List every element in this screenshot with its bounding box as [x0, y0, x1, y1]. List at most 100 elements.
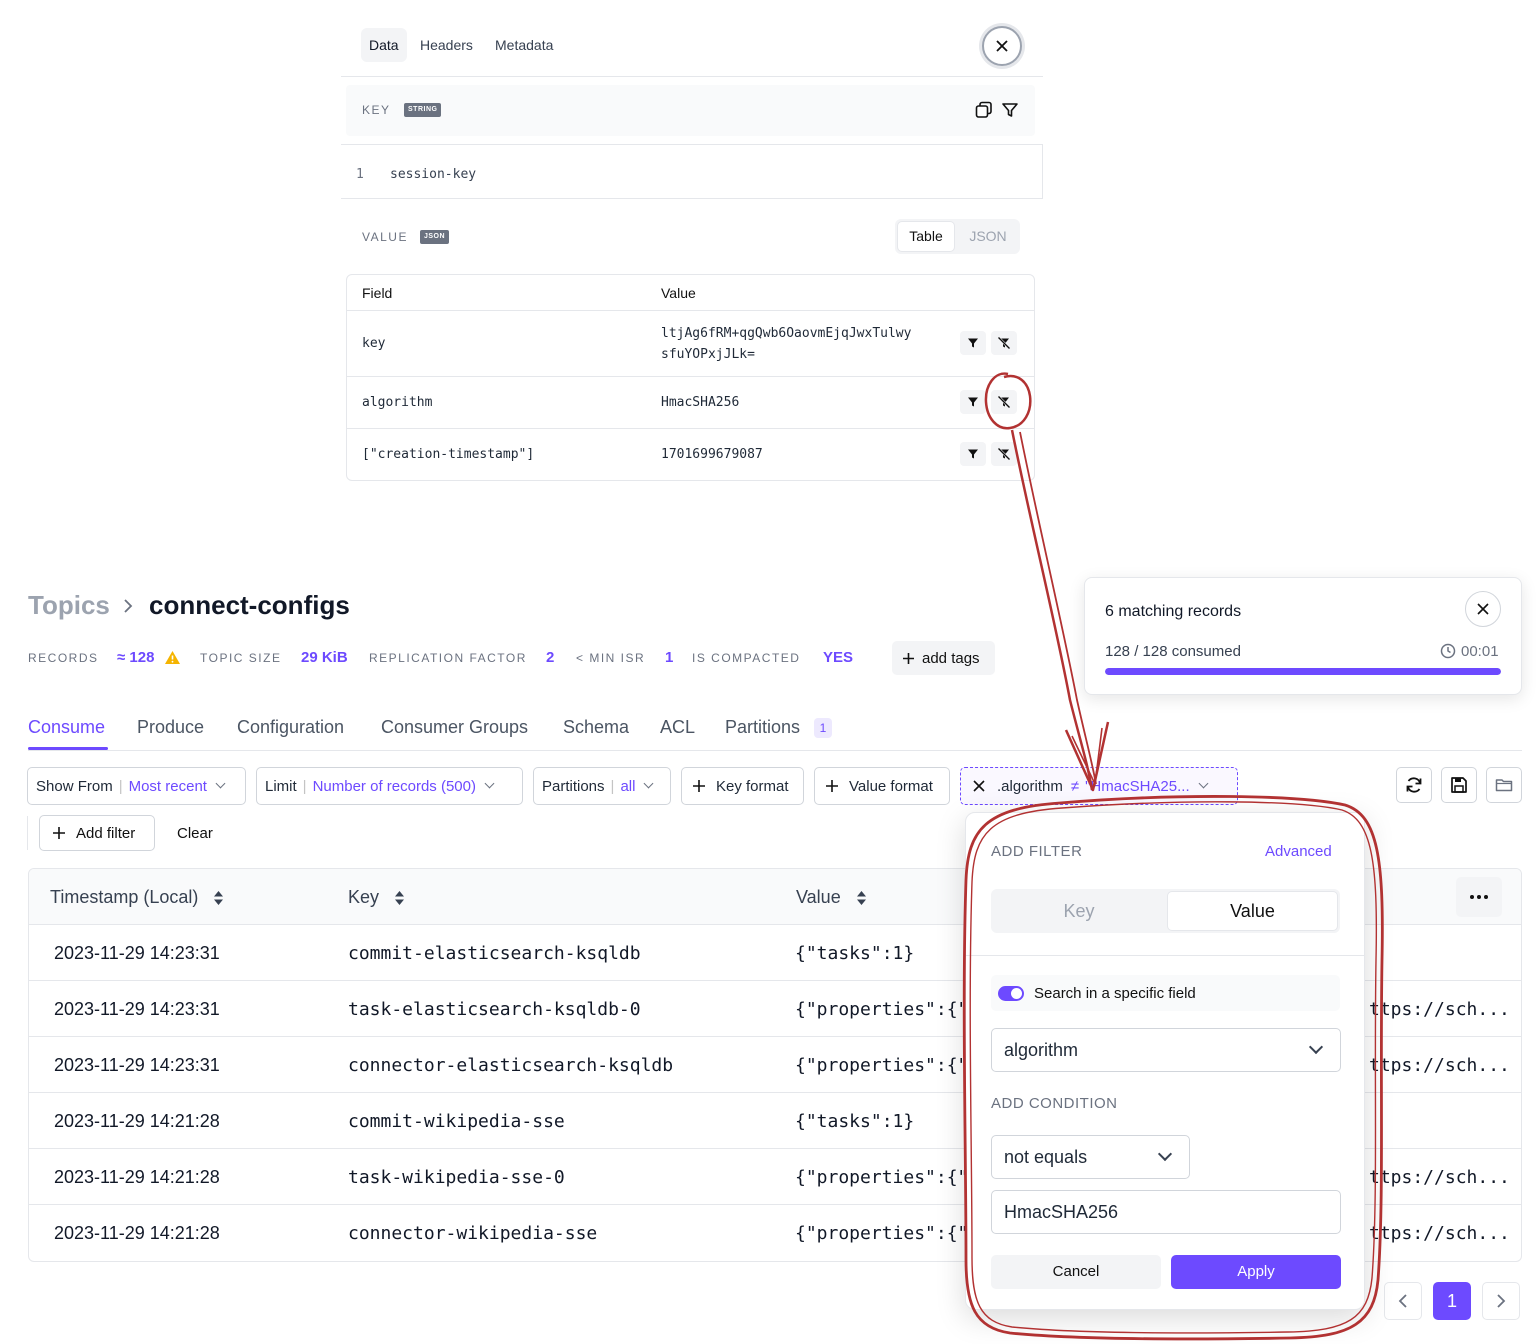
close-popover-button[interactable]	[1465, 591, 1501, 627]
view-json-button[interactable]: JSON	[962, 221, 1014, 252]
filter-icon[interactable]	[1001, 101, 1019, 119]
open-folder-button[interactable]	[1486, 767, 1522, 803]
cell-key: commit-wikipedia-sse	[348, 1111, 565, 1132]
field-name: ["creation-timestamp"]	[362, 447, 535, 462]
matching-records-popover: 6 matching records 128 / 128 consumed 00…	[1084, 577, 1522, 695]
elapsed-time: 00:01	[1461, 643, 1499, 660]
key-format-button[interactable]: Key format	[681, 767, 804, 805]
cell-timestamp: 2023-11-29 14:23:31	[54, 999, 220, 1019]
chevron-down-icon	[484, 778, 495, 789]
plus-icon	[903, 652, 914, 664]
tab-headers[interactable]: Headers	[412, 28, 481, 62]
sort-icon	[395, 891, 405, 906]
include-filter-button[interactable]	[960, 331, 986, 355]
records-value: ≈ 128	[117, 649, 155, 666]
tab-configuration[interactable]: Configuration	[237, 717, 344, 738]
is-compacted-label: IS COMPACTED	[692, 651, 801, 665]
add-tags-button[interactable]: add tags	[892, 641, 995, 675]
close-panel-button[interactable]	[982, 26, 1022, 66]
tab-partitions[interactable]: Partitions	[725, 717, 800, 738]
filter-solid-icon	[968, 397, 978, 407]
save-button[interactable]	[1441, 767, 1477, 803]
clock-icon	[1440, 643, 1456, 659]
annotation-arrow-shaft	[1010, 429, 1094, 791]
exclude-filter-button[interactable]	[991, 442, 1017, 466]
exclude-filter-button[interactable]	[991, 331, 1017, 355]
view-table-button[interactable]: Table	[897, 221, 955, 252]
remove-filter-icon[interactable]	[973, 780, 985, 792]
plus-icon	[693, 780, 705, 792]
next-page-button[interactable]	[1482, 1282, 1520, 1320]
cell-value: {"properties":{"	[795, 1167, 969, 1188]
include-filter-button[interactable]	[960, 442, 986, 466]
add-filter-popover: ADD FILTER Advanced Key Value Search in …	[965, 812, 1365, 1310]
column-header-key[interactable]: Key	[348, 887, 405, 908]
cell-extra: ttps://sch...	[1369, 1167, 1510, 1188]
chevron-down-icon	[215, 778, 226, 789]
matching-records-title: 6 matching records	[1105, 603, 1242, 620]
add-filter-label: Add filter	[76, 824, 136, 842]
close-icon	[1477, 603, 1489, 615]
close-icon	[996, 40, 1008, 52]
segment-value[interactable]: Value	[1167, 891, 1338, 931]
cell-extra: ttps://sch...	[1369, 1055, 1510, 1076]
cancel-button[interactable]: Cancel	[991, 1255, 1161, 1289]
refresh-button[interactable]	[1396, 767, 1432, 803]
is-compacted-value: YES	[823, 649, 854, 666]
segment-key[interactable]: Key	[993, 891, 1165, 931]
tab-consumer-groups[interactable]: Consumer Groups	[381, 717, 528, 738]
column-header-value[interactable]: Value	[796, 887, 867, 908]
tab-consume[interactable]: Consume	[28, 717, 105, 738]
column-header-label: Key	[348, 887, 380, 907]
min-isr-value: 1	[665, 649, 674, 666]
add-filter-button[interactable]: Add filter	[39, 815, 155, 851]
advanced-link[interactable]: Advanced	[1265, 843, 1332, 860]
tab-schema[interactable]: Schema	[563, 717, 629, 738]
apply-button[interactable]: Apply	[1171, 1255, 1341, 1289]
value-format-button[interactable]: Value format	[814, 767, 950, 805]
filter-solid-icon	[968, 338, 978, 348]
toolbar-divider	[27, 816, 28, 850]
tab-produce[interactable]: Produce	[137, 717, 204, 738]
key-label: KEY	[362, 103, 391, 117]
chevron-down-icon	[1157, 1146, 1173, 1162]
limit-value: Number of records (500)	[312, 777, 476, 795]
breadcrumb-topics-link[interactable]: Topics	[28, 590, 110, 621]
condition-select[interactable]: not equals	[991, 1135, 1190, 1179]
chevron-left-icon	[1398, 1294, 1407, 1308]
exclude-filter-button[interactable]	[991, 390, 1017, 414]
sort-icon	[856, 891, 866, 906]
column-options-button[interactable]	[1456, 877, 1502, 917]
popover-divider	[966, 955, 1364, 956]
field-column-header: Field	[362, 285, 393, 301]
cell-value: {"properties":{"	[795, 1223, 969, 1244]
show-from-select[interactable]: Show From | Most recent	[27, 767, 246, 805]
prev-page-button[interactable]	[1384, 1282, 1422, 1320]
condition-value-input[interactable]: HmacSHA256	[991, 1190, 1341, 1234]
page-number-button[interactable]: 1	[1433, 1282, 1471, 1320]
field-select[interactable]: algorithm	[991, 1028, 1341, 1072]
column-header-timestamp[interactable]: Timestamp (Local)	[50, 887, 224, 908]
add-filter-title: ADD FILTER	[991, 843, 1083, 860]
limit-select[interactable]: Limit | Number of records (500)	[256, 767, 523, 805]
clear-filters-button[interactable]: Clear	[177, 825, 213, 842]
partitions-select[interactable]: Partitions | all	[533, 767, 671, 805]
copy-icon[interactable]	[975, 101, 993, 119]
folder-icon	[1495, 779, 1513, 792]
value-type-badge: JSON	[420, 230, 450, 244]
min-isr-label: < MIN ISR	[576, 651, 646, 665]
plus-icon	[826, 780, 838, 792]
field-value: 1701699679087	[661, 447, 763, 462]
tab-metadata[interactable]: Metadata	[487, 28, 561, 62]
warning-icon[interactable]	[164, 650, 181, 665]
cell-extra: ttps://sch...	[1369, 999, 1510, 1020]
search-specific-field-toggle[interactable]	[998, 986, 1024, 1001]
active-filter-chip[interactable]: .algorithm ≠ "HmacSHA25...	[960, 767, 1238, 805]
include-filter-button[interactable]	[960, 390, 986, 414]
panel-divider	[341, 76, 1043, 77]
tab-data[interactable]: Data	[361, 28, 407, 62]
tab-acl[interactable]: ACL	[660, 717, 695, 738]
key-line-number: 1	[356, 167, 364, 182]
cell-timestamp: 2023-11-29 14:21:28	[54, 1223, 220, 1243]
filter-field: .algorithm	[997, 777, 1063, 795]
